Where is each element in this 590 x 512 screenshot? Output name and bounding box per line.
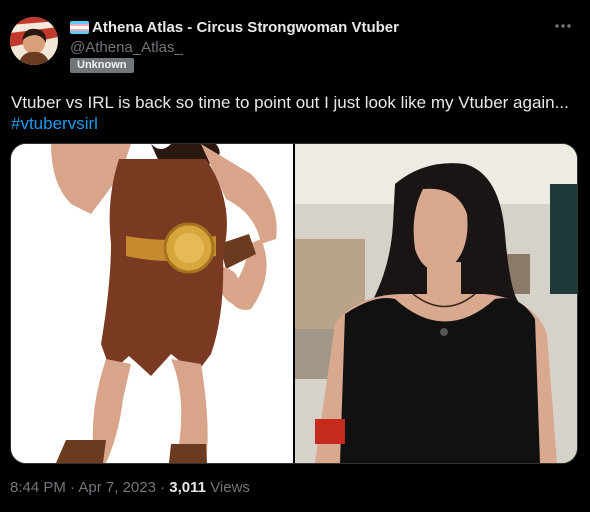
account-label-badge[interactable]: Unknown [70, 58, 134, 73]
hashtag-link[interactable]: #vtubervsirl [11, 114, 98, 133]
author-handle[interactable]: @Athena_Atlas_ [70, 39, 183, 56]
tweet-date[interactable]: Apr 7, 2023 [78, 479, 156, 496]
transgender-flag-icon [70, 21, 89, 34]
meta-separator: · [160, 479, 166, 496]
irl-photo-image[interactable] [295, 144, 577, 463]
tweet-meta: 8:44 PM · Apr 7, 2023 · 3,011 Views [10, 479, 250, 496]
views-count: 3,011 [169, 479, 207, 496]
tweet-text: Vtuber vs IRL is back so time to point o… [11, 92, 571, 134]
author-name-row[interactable]: Athena Atlas - Circus Strongwoman Vtuber [70, 19, 399, 36]
more-options-icon[interactable] [554, 16, 572, 34]
tweet-time[interactable]: 8:44 PM [10, 479, 66, 496]
meta-separator: · [70, 479, 76, 496]
avatar[interactable] [10, 17, 58, 65]
author-display-name[interactable]: Athena Atlas - Circus Strongwoman Vtuber [92, 19, 399, 36]
vtuber-illustration-image[interactable] [11, 144, 293, 463]
flag-stripe [70, 31, 89, 34]
tweet-body: Vtuber vs IRL is back so time to point o… [11, 93, 569, 112]
tweet-media[interactable] [10, 143, 578, 464]
views-label: Views [210, 479, 250, 496]
